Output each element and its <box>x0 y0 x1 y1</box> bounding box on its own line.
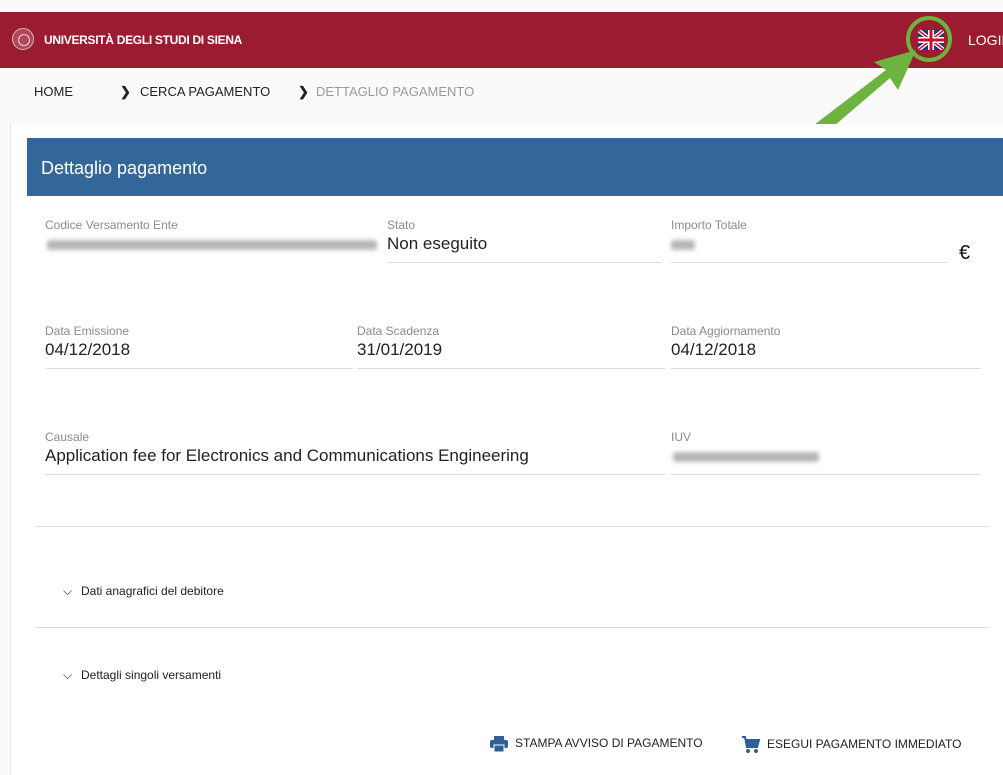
data-aggiornamento-value: 04/12/2018 <box>671 340 757 359</box>
shopping-cart-icon <box>742 736 761 753</box>
stato-value: Non eseguito <box>387 234 488 253</box>
stampa-avviso-label: STAMPA AVVISO DI PAGAMENTO <box>515 736 703 751</box>
breadcrumb-cerca-pagamento[interactable]: CERCA PAGAMENTO <box>140 84 270 99</box>
accordion-label: Dettagli singoli versamenti <box>81 668 222 682</box>
accordion-dettagli-versamenti[interactable]: ⌵ Dettagli singoli versamenti <box>63 668 221 683</box>
accordion-dati-anagrafici[interactable]: ⌵ Dati anagrafici del debitore <box>63 584 224 599</box>
importo-totale-label: Importo Totale <box>671 218 747 232</box>
causale-value: Application fee for Electronics and Comm… <box>45 446 529 465</box>
login-link[interactable]: LOGIN <box>968 32 1003 48</box>
field-underline <box>45 474 665 475</box>
payment-detail-card: Dettaglio pagamento Codice Versamento En… <box>10 124 1003 775</box>
card-header: Dettaglio pagamento <box>27 138 1003 196</box>
esegui-pagamento-label: ESEGUI PAGAMENTO IMMEDIATO <box>767 737 962 752</box>
chevron-down-icon: ⌵ <box>63 668 73 682</box>
redacted-value <box>673 452 819 462</box>
section-divider <box>35 526 990 527</box>
codice-versamento-label: Codice Versamento Ente <box>45 218 178 232</box>
breadcrumb-home[interactable]: HOME <box>34 84 73 99</box>
iuv-field: IUV <box>671 430 981 478</box>
university-seal-icon <box>12 28 34 50</box>
redacted-value <box>47 240 377 250</box>
data-aggiornamento-label: Data Aggiornamento <box>671 324 781 338</box>
chevron-right-icon: ❯ <box>298 84 309 99</box>
stato-field: Stato Non eseguito <box>387 218 662 266</box>
field-underline <box>671 368 981 369</box>
section-divider <box>35 627 990 628</box>
printer-icon <box>490 736 508 753</box>
data-scadenza-value: 31/01/2019 <box>357 340 443 359</box>
importo-totale-field: Importo Totale <box>671 218 948 266</box>
stato-label: Stato <box>387 218 416 232</box>
data-emissione-field: Data Emissione 04/12/2018 <box>45 324 353 372</box>
codice-versamento-field: Codice Versamento Ente <box>45 218 377 266</box>
data-scadenza-field: Data Scadenza 31/01/2019 <box>357 324 665 372</box>
stampa-avviso-button[interactable]: STAMPA AVVISO DI PAGAMENTO <box>489 736 703 753</box>
redacted-value <box>671 240 695 250</box>
causale-field: Causale Application fee for Electronics … <box>45 430 665 478</box>
breadcrumb: HOME ❯ CERCA PAGAMENTO ❯ DETTAGLIO PAGAM… <box>0 68 1003 116</box>
card-title: Dettaglio pagamento <box>41 158 208 178</box>
data-emissione-label: Data Emissione <box>45 324 130 338</box>
field-underline <box>357 368 665 369</box>
esegui-pagamento-button[interactable]: ESEGUI PAGAMENTO IMMEDIATO <box>741 736 961 754</box>
field-underline <box>671 262 948 263</box>
iuv-label: IUV <box>671 430 692 444</box>
causale-label: Causale <box>45 430 90 444</box>
currency-euro: € <box>959 242 971 264</box>
breadcrumb-dettaglio-pagamento: DETTAGLIO PAGAMENTO <box>316 84 475 99</box>
chevron-right-icon: ❯ <box>120 84 131 99</box>
data-aggiornamento-field: Data Aggiornamento 04/12/2018 <box>671 324 981 372</box>
data-scadenza-label: Data Scadenza <box>357 324 440 338</box>
field-underline <box>671 474 981 475</box>
brand-name: UNIVERSITÀ DEGLI STUDI DI SIENA <box>44 33 243 47</box>
field-underline <box>387 262 662 263</box>
data-emissione-value: 04/12/2018 <box>45 340 131 359</box>
chevron-down-icon: ⌵ <box>63 584 73 598</box>
accordion-label: Dati anagrafici del debitore <box>81 584 224 598</box>
field-underline <box>45 368 353 369</box>
